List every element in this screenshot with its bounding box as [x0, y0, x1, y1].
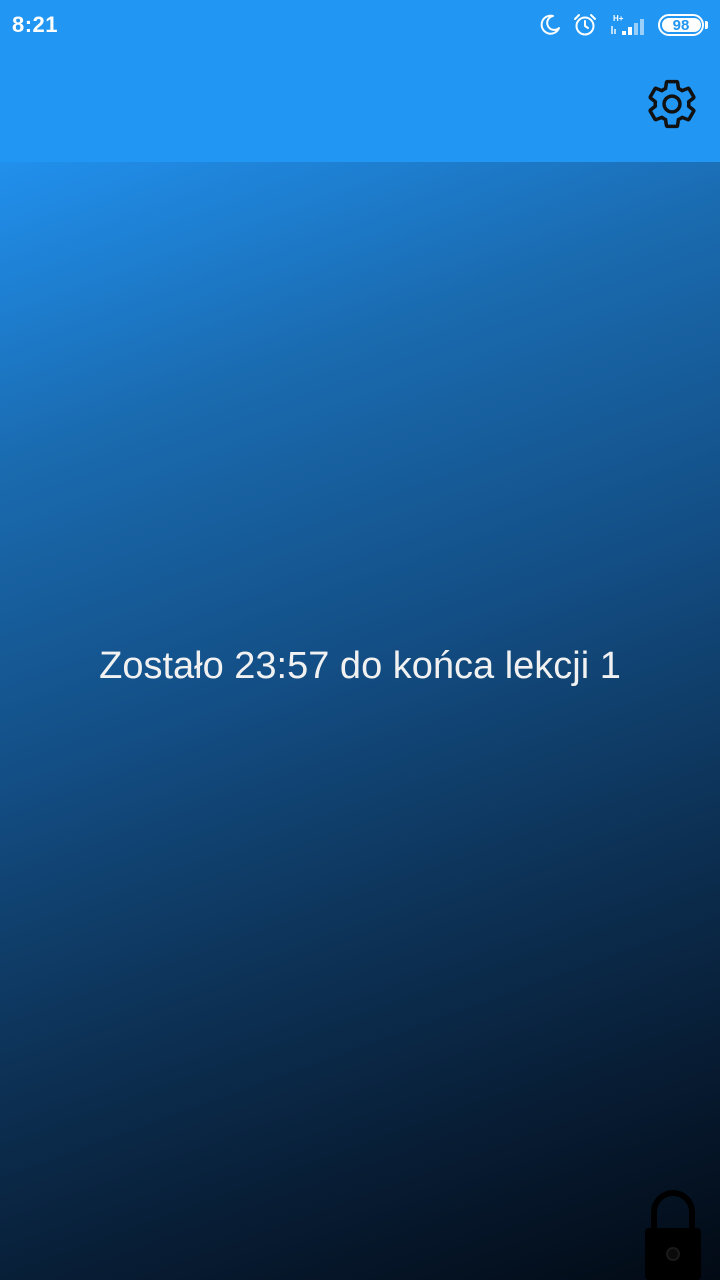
- moon-icon: [538, 13, 562, 37]
- status-icons: H+ 98: [538, 10, 708, 40]
- network-type-label: H+: [613, 14, 624, 23]
- lock-button[interactable]: [640, 1184, 706, 1280]
- settings-button[interactable]: [642, 76, 702, 136]
- app-bar: [0, 50, 720, 162]
- signal-icon: H+: [608, 12, 648, 38]
- battery-icon: 98: [658, 14, 708, 36]
- main-content: Zostało 23:57 do końca lekcji 1: [0, 162, 720, 1280]
- status-time: 8:21: [12, 12, 59, 37]
- lock-icon: [640, 1190, 706, 1280]
- alarm-clock-icon: [572, 12, 598, 38]
- battery-level: 98: [672, 16, 690, 34]
- status-bar: 8:21 H+ 98: [0, 0, 720, 50]
- countdown-text: Zostało 23:57 do końca lekcji 1: [99, 645, 621, 687]
- battery-nub: [705, 21, 708, 29]
- gear-icon: [644, 76, 700, 137]
- battery-body: 98: [658, 14, 704, 36]
- screen: 8:21 H+ 98 Zostało 23:57 do końca lekcji…: [0, 0, 720, 1280]
